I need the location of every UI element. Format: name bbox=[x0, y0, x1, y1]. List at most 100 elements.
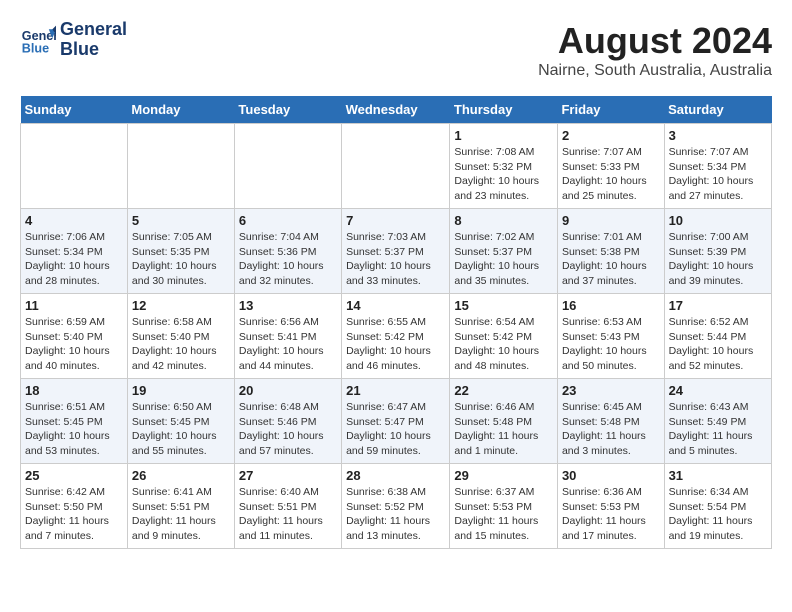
calendar-title: August 2024 bbox=[538, 20, 772, 62]
day-info: Sunrise: 6:34 AM Sunset: 5:54 PM Dayligh… bbox=[669, 485, 767, 544]
calendar-cell: 14 Sunrise: 6:55 AM Sunset: 5:42 PM Dayli… bbox=[342, 294, 450, 379]
logo-blue: Blue bbox=[60, 40, 127, 60]
calendar-cell: 24Sunrise: 6:43 AM Sunset: 5:49 PM Dayli… bbox=[664, 379, 771, 464]
calendar-cell: 4 Sunrise: 7:06 AM Sunset: 5:34 PM Daylig… bbox=[21, 209, 128, 294]
day-number: 11 bbox=[25, 298, 123, 313]
day-number: 25 bbox=[25, 468, 123, 483]
calendar-cell: 6 Sunrise: 7:04 AM Sunset: 5:36 PM Daylig… bbox=[234, 209, 341, 294]
day-number: 21 bbox=[346, 383, 445, 398]
calendar-body: 1 Sunrise: 7:08 AM Sunset: 5:32 PM Daylig… bbox=[21, 124, 772, 549]
calendar-week-row: 18Sunrise: 6:51 AM Sunset: 5:45 PM Dayli… bbox=[21, 379, 772, 464]
calendar-table: SundayMondayTuesdayWednesdayThursdayFrid… bbox=[20, 96, 772, 549]
calendar-cell: 26 Sunrise: 6:41 AM Sunset: 5:51 PM Dayli… bbox=[127, 464, 234, 549]
day-number: 27 bbox=[239, 468, 337, 483]
weekday-header-row: SundayMondayTuesdayWednesdayThursdayFrid… bbox=[21, 96, 772, 124]
day-number: 4 bbox=[25, 213, 123, 228]
day-info: Sunrise: 7:00 AM Sunset: 5:39 PM Dayligh… bbox=[669, 230, 767, 289]
calendar-cell: 28Sunrise: 6:38 AM Sunset: 5:52 PM Dayli… bbox=[342, 464, 450, 549]
logo-text: General Blue bbox=[60, 20, 127, 60]
calendar-cell: 9 Sunrise: 7:01 AM Sunset: 5:38 PM Daylig… bbox=[557, 209, 664, 294]
weekday-header-saturday: Saturday bbox=[664, 96, 771, 124]
calendar-cell: 12 Sunrise: 6:58 AM Sunset: 5:40 PM Dayli… bbox=[127, 294, 234, 379]
day-number: 12 bbox=[132, 298, 230, 313]
day-info: Sunrise: 6:54 AM Sunset: 5:42 PM Dayligh… bbox=[454, 315, 553, 374]
day-info: Sunrise: 6:46 AM Sunset: 5:48 PM Dayligh… bbox=[454, 400, 553, 459]
day-number: 31 bbox=[669, 468, 767, 483]
day-info: Sunrise: 7:07 AM Sunset: 5:33 PM Dayligh… bbox=[562, 145, 660, 204]
day-info: Sunrise: 7:07 AM Sunset: 5:34 PM Dayligh… bbox=[669, 145, 767, 204]
day-info: Sunrise: 6:42 AM Sunset: 5:50 PM Dayligh… bbox=[25, 485, 123, 544]
day-info: Sunrise: 6:47 AM Sunset: 5:47 PM Dayligh… bbox=[346, 400, 445, 459]
svg-text:Blue: Blue bbox=[22, 41, 49, 55]
day-info: Sunrise: 6:55 AM Sunset: 5:42 PM Dayligh… bbox=[346, 315, 445, 374]
day-info: Sunrise: 6:53 AM Sunset: 5:43 PM Dayligh… bbox=[562, 315, 660, 374]
day-number: 13 bbox=[239, 298, 337, 313]
day-info: Sunrise: 6:58 AM Sunset: 5:40 PM Dayligh… bbox=[132, 315, 230, 374]
calendar-cell bbox=[21, 124, 128, 209]
day-info: Sunrise: 6:38 AM Sunset: 5:52 PM Dayligh… bbox=[346, 485, 445, 544]
calendar-cell: 29 Sunrise: 6:37 AM Sunset: 5:53 PM Dayli… bbox=[450, 464, 558, 549]
weekday-header-friday: Friday bbox=[557, 96, 664, 124]
day-number: 19 bbox=[132, 383, 230, 398]
day-info: Sunrise: 6:40 AM Sunset: 5:51 PM Dayligh… bbox=[239, 485, 337, 544]
calendar-cell: 19 Sunrise: 6:50 AM Sunset: 5:45 PM Dayli… bbox=[127, 379, 234, 464]
day-info: Sunrise: 6:48 AM Sunset: 5:46 PM Dayligh… bbox=[239, 400, 337, 459]
calendar-cell: 22 Sunrise: 6:46 AM Sunset: 5:48 PM Dayli… bbox=[450, 379, 558, 464]
day-number: 22 bbox=[454, 383, 553, 398]
weekday-header-monday: Monday bbox=[127, 96, 234, 124]
calendar-cell: 10Sunrise: 7:00 AM Sunset: 5:39 PM Dayli… bbox=[664, 209, 771, 294]
calendar-cell: 1 Sunrise: 7:08 AM Sunset: 5:32 PM Daylig… bbox=[450, 124, 558, 209]
calendar-cell: 2 Sunrise: 7:07 AM Sunset: 5:33 PM Daylig… bbox=[557, 124, 664, 209]
day-info: Sunrise: 7:05 AM Sunset: 5:35 PM Dayligh… bbox=[132, 230, 230, 289]
day-info: Sunrise: 6:52 AM Sunset: 5:44 PM Dayligh… bbox=[669, 315, 767, 374]
day-number: 15 bbox=[454, 298, 553, 313]
day-info: Sunrise: 7:03 AM Sunset: 5:37 PM Dayligh… bbox=[346, 230, 445, 289]
calendar-cell: 15 Sunrise: 6:54 AM Sunset: 5:42 PM Dayli… bbox=[450, 294, 558, 379]
day-info: Sunrise: 7:06 AM Sunset: 5:34 PM Dayligh… bbox=[25, 230, 123, 289]
day-number: 23 bbox=[562, 383, 660, 398]
day-info: Sunrise: 6:59 AM Sunset: 5:40 PM Dayligh… bbox=[25, 315, 123, 374]
day-number: 2 bbox=[562, 128, 660, 143]
calendar-cell: 8Sunrise: 7:02 AM Sunset: 5:37 PM Daylig… bbox=[450, 209, 558, 294]
weekday-header-wednesday: Wednesday bbox=[342, 96, 450, 124]
calendar-cell: 23Sunrise: 6:45 AM Sunset: 5:48 PM Dayli… bbox=[557, 379, 664, 464]
day-number: 29 bbox=[454, 468, 553, 483]
day-number: 14 bbox=[346, 298, 445, 313]
day-info: Sunrise: 6:41 AM Sunset: 5:51 PM Dayligh… bbox=[132, 485, 230, 544]
day-number: 9 bbox=[562, 213, 660, 228]
calendar-header: SundayMondayTuesdayWednesdayThursdayFrid… bbox=[21, 96, 772, 124]
calendar-week-row: 11 Sunrise: 6:59 AM Sunset: 5:40 PM Dayli… bbox=[21, 294, 772, 379]
day-info: Sunrise: 7:01 AM Sunset: 5:38 PM Dayligh… bbox=[562, 230, 660, 289]
logo-icon: General Blue bbox=[20, 22, 56, 58]
calendar-cell: 31 Sunrise: 6:34 AM Sunset: 5:54 PM Dayli… bbox=[664, 464, 771, 549]
calendar-cell: 27 Sunrise: 6:40 AM Sunset: 5:51 PM Dayli… bbox=[234, 464, 341, 549]
logo-general: General bbox=[60, 20, 127, 40]
weekday-header-sunday: Sunday bbox=[21, 96, 128, 124]
day-info: Sunrise: 7:02 AM Sunset: 5:37 PM Dayligh… bbox=[454, 230, 553, 289]
day-number: 6 bbox=[239, 213, 337, 228]
day-info: Sunrise: 7:04 AM Sunset: 5:36 PM Dayligh… bbox=[239, 230, 337, 289]
day-info: Sunrise: 6:37 AM Sunset: 5:53 PM Dayligh… bbox=[454, 485, 553, 544]
day-info: Sunrise: 6:36 AM Sunset: 5:53 PM Dayligh… bbox=[562, 485, 660, 544]
calendar-cell: 3 Sunrise: 7:07 AM Sunset: 5:34 PM Daylig… bbox=[664, 124, 771, 209]
calendar-cell bbox=[234, 124, 341, 209]
calendar-cell bbox=[342, 124, 450, 209]
day-number: 24 bbox=[669, 383, 767, 398]
calendar-cell bbox=[127, 124, 234, 209]
calendar-cell: 20Sunrise: 6:48 AM Sunset: 5:46 PM Dayli… bbox=[234, 379, 341, 464]
day-number: 7 bbox=[346, 213, 445, 228]
day-number: 18 bbox=[25, 383, 123, 398]
title-block: August 2024 Nairne, South Australia, Aus… bbox=[538, 20, 772, 80]
calendar-cell: 13 Sunrise: 6:56 AM Sunset: 5:41 PM Dayli… bbox=[234, 294, 341, 379]
day-number: 26 bbox=[132, 468, 230, 483]
calendar-cell: 18Sunrise: 6:51 AM Sunset: 5:45 PM Dayli… bbox=[21, 379, 128, 464]
day-info: Sunrise: 7:08 AM Sunset: 5:32 PM Dayligh… bbox=[454, 145, 553, 204]
day-info: Sunrise: 6:56 AM Sunset: 5:41 PM Dayligh… bbox=[239, 315, 337, 374]
day-number: 17 bbox=[669, 298, 767, 313]
calendar-cell: 21 Sunrise: 6:47 AM Sunset: 5:47 PM Dayli… bbox=[342, 379, 450, 464]
day-number: 1 bbox=[454, 128, 553, 143]
day-info: Sunrise: 6:50 AM Sunset: 5:45 PM Dayligh… bbox=[132, 400, 230, 459]
day-number: 3 bbox=[669, 128, 767, 143]
calendar-week-row: 25 Sunrise: 6:42 AM Sunset: 5:50 PM Dayli… bbox=[21, 464, 772, 549]
calendar-cell: 25 Sunrise: 6:42 AM Sunset: 5:50 PM Dayli… bbox=[21, 464, 128, 549]
